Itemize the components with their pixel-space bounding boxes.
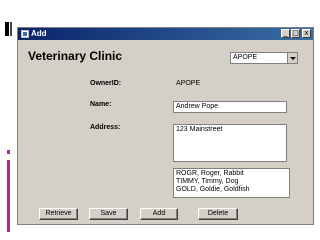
chevron-down-icon[interactable] — [287, 53, 297, 63]
delete-button[interactable]: Delete — [198, 208, 238, 220]
add-window: Add _ □ x Veterinary Clinic APOPE OwnerI… — [17, 27, 314, 225]
pets-listbox[interactable]: ROGR, Roger, Rabbit TIMMY, Timmy, Dog GO… — [173, 168, 290, 198]
retrieve-button[interactable]: Retrieve — [39, 208, 78, 220]
name-field[interactable]: Andrew Pope — [173, 101, 287, 113]
slide-marker-dot — [7, 150, 10, 154]
address-label: Address: — [90, 124, 121, 131]
title-bar[interactable]: Add _ □ x — [18, 28, 313, 40]
slide-accent-line — [7, 160, 10, 232]
save-button[interactable]: Save — [89, 208, 128, 220]
owner-select[interactable]: APOPE — [230, 52, 298, 64]
form-window-icon — [21, 30, 29, 38]
minimize-button[interactable]: _ — [281, 29, 290, 38]
list-item[interactable]: TIMMY, Timmy, Dog — [176, 178, 287, 186]
slide-marker-bar — [5, 22, 9, 36]
list-item[interactable]: GOLD, Goldie, Goldfish — [176, 186, 287, 194]
close-button[interactable]: x — [302, 29, 311, 38]
list-item[interactable]: ROGR, Roger, Rabbit — [176, 170, 287, 178]
owner-id-label: OwnerID: — [90, 80, 122, 87]
page-title: Veterinary Clinic — [28, 49, 123, 63]
name-label: Name: — [90, 101, 112, 108]
slide-marker-bar-thin — [10, 22, 12, 36]
add-button[interactable]: Add — [140, 208, 178, 220]
maximize-button[interactable]: □ — [291, 29, 300, 38]
address-field[interactable]: 123 Mainstreet — [173, 124, 287, 162]
window-title: Add — [31, 29, 47, 38]
owner-id-value: APOPE — [176, 80, 201, 87]
owner-select-value: APOPE — [233, 54, 258, 61]
